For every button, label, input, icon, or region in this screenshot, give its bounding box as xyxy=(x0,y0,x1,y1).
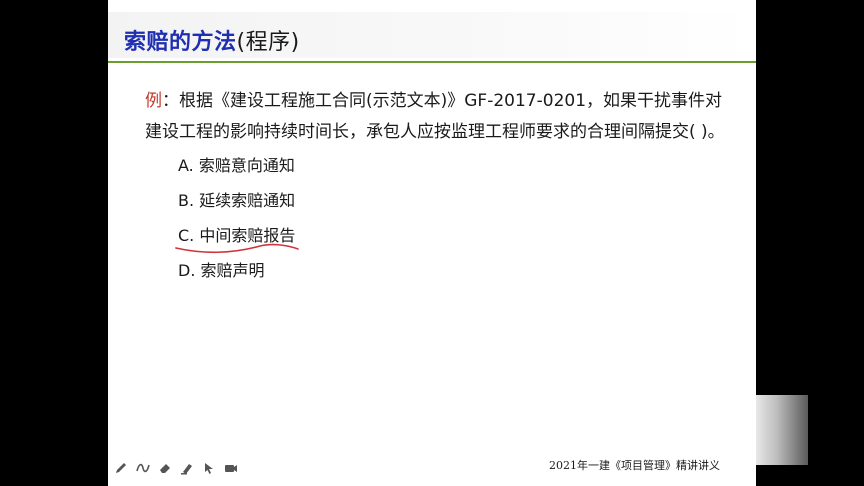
highlighter-icon[interactable] xyxy=(180,461,194,475)
question-prefix: 例 xyxy=(145,91,162,111)
curve-icon[interactable] xyxy=(136,461,150,475)
option-a: A. 索赔意向通知 xyxy=(178,156,295,175)
webcam-overlay xyxy=(756,395,808,465)
question-text: 例：根据《建设工程施工合同(示范文本)》GF-2017-0201，如果干扰事件对… xyxy=(145,86,735,148)
eraser-icon[interactable] xyxy=(158,461,172,475)
slide-title: 索赔的方法(程序) xyxy=(124,24,300,56)
slide-footer: 2021年一建《项目管理》精讲讲义 xyxy=(549,459,720,472)
pen-icon[interactable] xyxy=(114,461,128,475)
option-d: D. 索赔声明 xyxy=(178,261,265,280)
option-b: B. 延续索赔通知 xyxy=(178,191,296,210)
title-paren: (程序) xyxy=(236,30,300,55)
red-ink-underline xyxy=(175,243,299,254)
pointer-icon[interactable] xyxy=(202,461,216,475)
title-divider xyxy=(108,61,756,63)
options-list: A. 索赔意向通知 B. 延续索赔通知 C. 中间索赔报告 D. 索赔声明 xyxy=(175,148,299,288)
option-c: C. 中间索赔报告 xyxy=(175,218,299,254)
title-main: 索赔的方法 xyxy=(124,30,237,55)
camera-icon[interactable] xyxy=(224,461,238,475)
presentation-stage: 索赔的方法(程序) 例：根据《建设工程施工合同(示范文本)》GF-2017-02… xyxy=(0,0,864,486)
slide: 索赔的方法(程序) 例：根据《建设工程施工合同(示范文本)》GF-2017-02… xyxy=(108,0,756,486)
question-body: ：根据《建设工程施工合同(示范文本)》GF-2017-0201，如果干扰事件对建… xyxy=(145,91,725,142)
annotation-toolbar xyxy=(114,461,238,475)
